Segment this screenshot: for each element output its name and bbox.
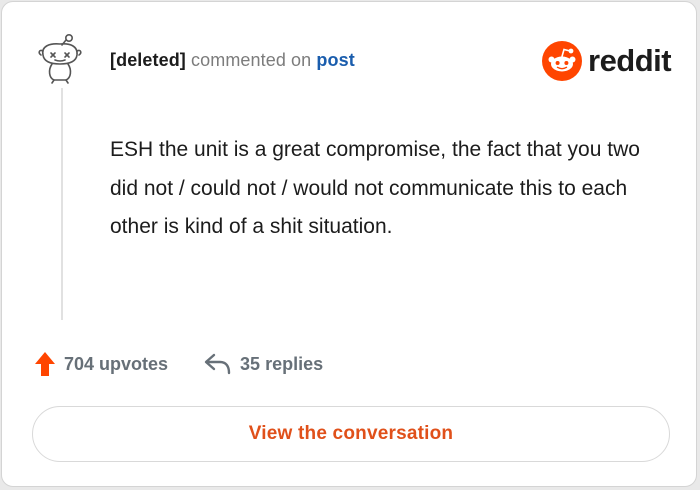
author-name[interactable]: [deleted] — [110, 50, 186, 70]
reddit-alien-icon — [542, 41, 582, 81]
reddit-wordmark: reddit — [588, 43, 672, 78]
reddit-brand[interactable]: reddit — [542, 40, 672, 82]
embed-card: [deleted] commented on post reddit ESH t… — [1, 1, 697, 487]
deleted-user-avatar-icon — [38, 33, 82, 84]
post-link[interactable]: post — [316, 50, 354, 70]
upvotes-stat[interactable]: 704 upvotes — [34, 351, 168, 377]
replies-count: 35 replies — [240, 353, 324, 374]
comment-stats: 704 upvotes 35 replies — [34, 348, 323, 380]
comment-body: ESH the unit is a great compromise, the … — [110, 138, 640, 238]
comment-header: [deleted] commented on post — [110, 49, 355, 71]
replies-stat[interactable]: 35 replies — [204, 352, 323, 376]
thread-line — [61, 88, 63, 320]
view-conversation-button[interactable]: View the conversation — [32, 406, 670, 462]
commented-on-text: commented on — [191, 50, 312, 70]
upvote-arrow-icon — [35, 352, 55, 376]
upvotes-count: 704 upvotes — [64, 353, 169, 374]
reply-arrow-icon — [204, 353, 231, 375]
